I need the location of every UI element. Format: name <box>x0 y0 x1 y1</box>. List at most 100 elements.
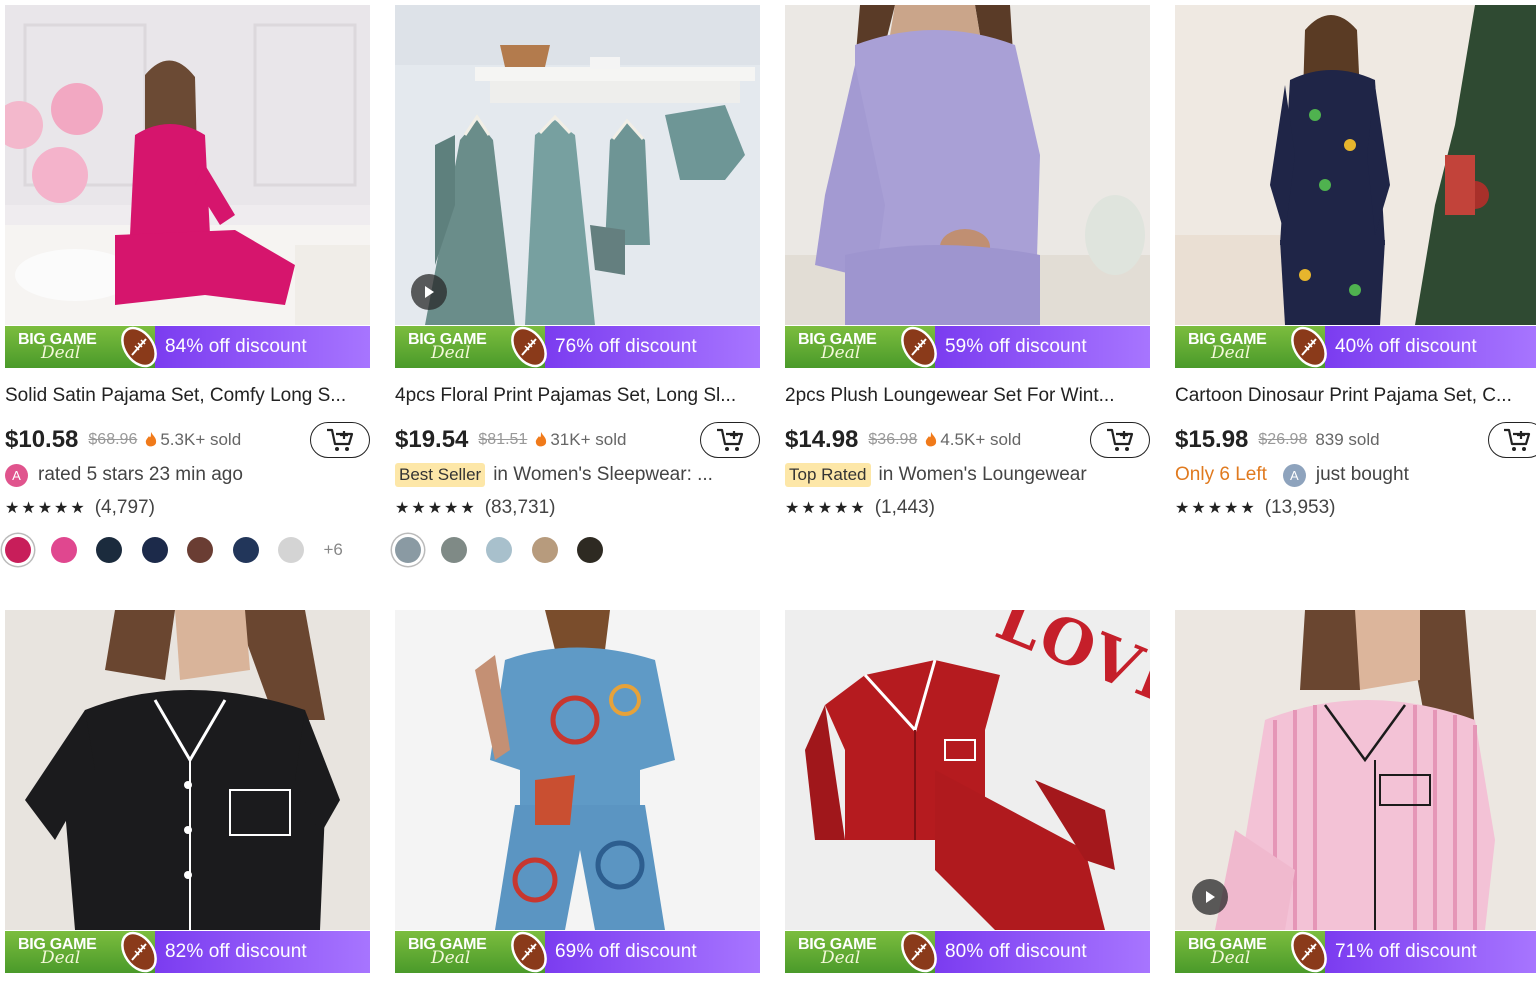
play-video-button[interactable] <box>411 274 447 310</box>
product-image[interactable] <box>5 610 370 930</box>
color-swatch[interactable] <box>486 537 512 563</box>
football-icon <box>901 931 937 973</box>
color-swatches: +6 <box>5 533 343 567</box>
deal-label: Deal <box>431 343 471 363</box>
category-text[interactable]: in Women's Sleepwear: ... <box>493 464 713 486</box>
social-proof-text: rated 5 stars 23 min ago <box>38 464 243 485</box>
color-swatch[interactable] <box>577 537 603 563</box>
product-image[interactable] <box>5 5 370 325</box>
football-icon <box>121 326 157 368</box>
sold-count: 839 sold <box>1315 430 1379 450</box>
product-card[interactable]: BIG GAME Deal 76% off discount 4pcs Flor… <box>395 5 760 575</box>
top-rated-badge: Top Rated <box>785 463 871 487</box>
stock-warning: Only 6 Left <box>1175 464 1267 485</box>
sold-count: 5.3K+ sold <box>145 430 241 450</box>
discount-label: 84% off discount <box>165 336 307 357</box>
review-count: (4,797) <box>94 497 155 518</box>
add-to-cart-button[interactable] <box>1090 422 1150 458</box>
discount-label: 59% off discount <box>945 336 1087 357</box>
product-card[interactable]: BIG GAME Deal 59% off discount 2pcs Plus… <box>785 5 1150 575</box>
product-card[interactable]: BIG GAME Deal 40% off discount Cartoon D… <box>1175 5 1536 575</box>
review-count: (1,443) <box>874 497 935 518</box>
star-rating: ★★★★★ <box>395 500 477 517</box>
product-card[interactable]: BIG GAME Deal 84% off discount Solid Sat… <box>5 5 370 575</box>
add-to-cart-button[interactable] <box>1488 422 1536 458</box>
deal-label: Deal <box>431 948 471 968</box>
color-swatch[interactable] <box>278 537 304 563</box>
color-swatch[interactable] <box>5 537 31 563</box>
product-image[interactable] <box>395 610 760 930</box>
big-game-deal-banner: BIG GAME Deal 40% off discount <box>1175 326 1536 368</box>
color-swatch[interactable] <box>96 537 122 563</box>
discount-label: 71% off discount <box>1335 941 1477 962</box>
sold-label: 5.3K+ sold <box>160 430 242 449</box>
deal-label: Deal <box>1211 948 1251 968</box>
color-swatch[interactable] <box>531 537 558 563</box>
star-rating: ★★★★★ <box>785 500 867 517</box>
product-card[interactable]: BIG GAME Deal 82% off discount <box>5 610 370 986</box>
big-game-deal-banner: BIG GAME Deal 82% off discount <box>5 931 370 973</box>
big-game-deal-banner: BIG GAME Deal 69% off discount <box>395 931 760 973</box>
more-colors-label[interactable]: +6 <box>324 540 343 560</box>
product-image[interactable] <box>1175 5 1536 325</box>
add-to-cart-button[interactable] <box>700 422 760 458</box>
category-text[interactable]: in Women's Loungewear <box>879 464 1087 486</box>
product-title[interactable]: Cartoon Dinosaur Print Pajama Set, C... <box>1175 385 1536 407</box>
deal-label: Deal <box>41 948 81 968</box>
deal-label: Deal <box>1211 343 1251 363</box>
social-proof-text: just bought <box>1315 464 1409 485</box>
add-to-cart-icon <box>327 428 354 451</box>
product-image[interactable] <box>785 5 1150 325</box>
football-icon <box>121 931 157 973</box>
original-price: $81.51 <box>478 431 528 448</box>
color-swatch[interactable] <box>395 537 421 563</box>
product-card[interactable]: LOVE BIG GAME Deal 80% off discount <box>785 610 1150 986</box>
sale-price: $19.54 <box>395 426 469 453</box>
sold-label: 31K+ sold <box>550 430 627 449</box>
review-count: (83,731) <box>484 497 556 518</box>
discount-label: 82% off discount <box>165 941 307 962</box>
review-count: (13,953) <box>1264 497 1336 518</box>
flame-icon <box>146 432 157 447</box>
product-card[interactable]: BIG GAME Deal 71% off discount <box>1175 610 1536 986</box>
product-title[interactable]: 2pcs Plush Loungewear Set For Wint... <box>785 385 1150 407</box>
color-swatch[interactable] <box>232 537 259 563</box>
product-title[interactable]: 4pcs Floral Print Pajamas Set, Long Sl..… <box>395 385 760 407</box>
flame-icon <box>536 432 547 447</box>
big-game-deal-banner: BIG GAME Deal 59% off discount <box>785 326 1150 368</box>
football-icon <box>1291 931 1327 973</box>
star-rating: ★★★★★ <box>1175 500 1257 517</box>
color-swatch[interactable] <box>187 537 213 563</box>
color-swatches <box>395 533 623 567</box>
product-image[interactable]: LOVE <box>785 610 1150 930</box>
discount-label: 76% off discount <box>555 336 697 357</box>
big-game-deal-banner: BIG GAME Deal 80% off discount <box>785 931 1150 973</box>
avatar: A <box>5 463 28 487</box>
football-icon <box>1291 326 1327 368</box>
avatar: A <box>1282 463 1306 487</box>
football-icon <box>901 326 937 368</box>
deal-label: Deal <box>41 343 81 363</box>
color-swatch[interactable] <box>141 537 168 563</box>
big-game-deal-banner: BIG GAME Deal 84% off discount <box>5 326 370 368</box>
sale-price: $15.98 <box>1175 426 1249 453</box>
play-video-button[interactable] <box>1192 879 1228 915</box>
product-card[interactable]: BIG GAME Deal 69% off discount <box>395 610 760 986</box>
color-swatch[interactable] <box>50 537 77 563</box>
play-icon <box>1206 891 1215 903</box>
discount-label: 80% off discount <box>945 941 1087 962</box>
football-icon <box>511 931 547 973</box>
add-to-cart-icon <box>717 428 744 451</box>
product-image[interactable] <box>395 5 760 325</box>
original-price: $68.96 <box>88 431 138 448</box>
sold-label: 839 sold <box>1315 430 1380 449</box>
product-image[interactable] <box>1175 610 1536 930</box>
add-to-cart-button[interactable] <box>310 422 370 458</box>
big-game-deal-banner: BIG GAME Deal 71% off discount <box>1175 931 1536 973</box>
product-title[interactable]: Solid Satin Pajama Set, Comfy Long S... <box>5 385 370 407</box>
deal-label: Deal <box>821 948 861 968</box>
discount-label: 40% off discount <box>1335 336 1477 357</box>
color-swatch[interactable] <box>440 537 467 563</box>
football-icon <box>511 326 547 368</box>
sold-count: 4.5K+ sold <box>925 430 1021 450</box>
